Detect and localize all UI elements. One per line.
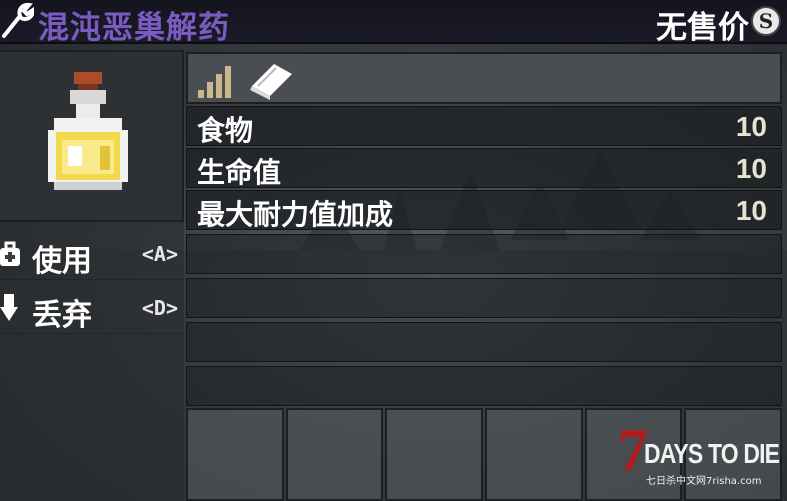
quality-bars-icon <box>198 66 231 98</box>
book-icon <box>250 64 292 100</box>
use-label: 使用 <box>32 244 92 279</box>
drop-label: 丢弃 <box>32 298 92 333</box>
item-info-row <box>186 52 782 104</box>
stat-row-food: 食物 10 <box>186 106 782 147</box>
coin-icon: S <box>751 6 781 36</box>
mod-slot[interactable] <box>485 408 583 501</box>
item-icon-box <box>0 50 184 222</box>
potion-bottle-icon <box>48 72 128 190</box>
item-header: 混沌恶巢解药 无售价 S <box>0 0 787 46</box>
mod-slot[interactable] <box>285 408 384 501</box>
stat-value: 10 <box>735 153 767 184</box>
game-watermark: 7 DAYS TO DIE 七日杀中文网7risha.com <box>618 420 783 490</box>
wrench-icon <box>2 2 34 38</box>
drop-button[interactable]: 丢弃 <D> <box>0 282 184 334</box>
drop-hotkey: <D> <box>141 296 178 320</box>
price-label: 无售价 <box>656 10 749 46</box>
use-button[interactable]: 使用 <A> <box>0 228 184 280</box>
empty-stat-row <box>186 278 782 318</box>
stat-value: 10 <box>735 195 767 226</box>
watermark-game-title: DAYS TO DIE <box>644 438 780 469</box>
stat-name: 生命值 <box>197 156 282 189</box>
empty-stat-row <box>186 234 782 274</box>
stat-row-health: 生命值 10 <box>186 148 782 189</box>
stat-name: 最大耐力值加成 <box>197 198 394 231</box>
mod-slot[interactable] <box>385 408 484 501</box>
stat-name: 食物 <box>197 114 254 147</box>
stat-value: 10 <box>735 111 767 142</box>
use-hotkey: <A> <box>141 242 178 266</box>
stat-row-max-stamina: 最大耐力值加成 10 <box>186 190 782 231</box>
item-title: 混沌恶巢解药 <box>38 10 230 46</box>
empty-stat-row <box>186 366 782 406</box>
down-arrow-icon <box>0 294 18 321</box>
mod-slot[interactable] <box>186 408 284 501</box>
watermark-site: 七日杀中文网7risha.com <box>646 476 762 487</box>
backpack-icon <box>0 241 20 266</box>
empty-stat-row <box>186 322 782 362</box>
